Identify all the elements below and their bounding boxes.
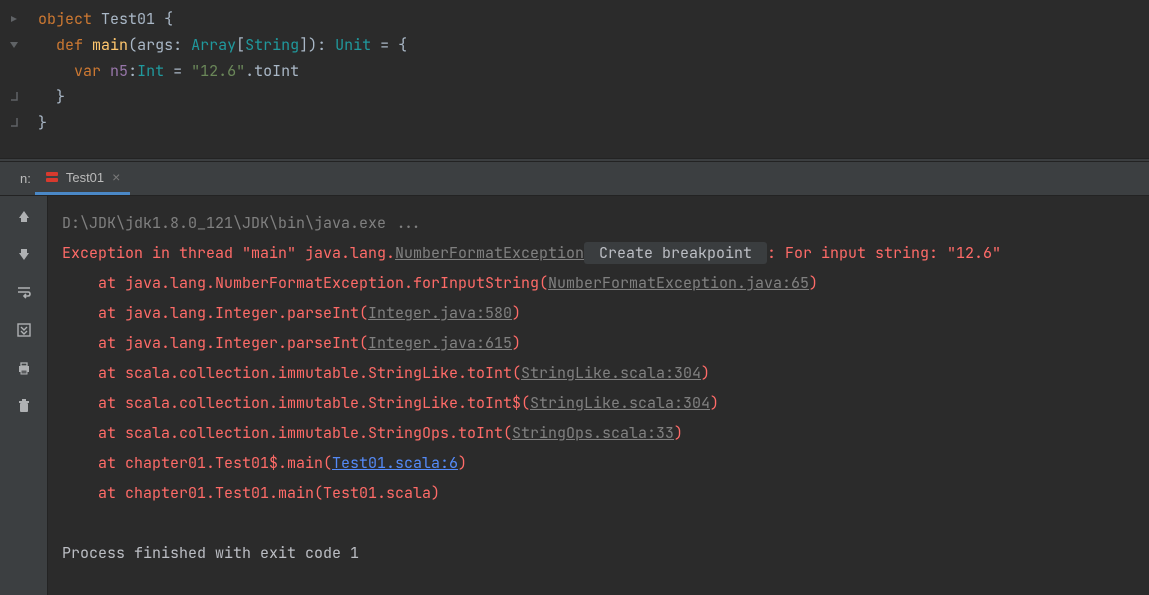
stack-frame-prefix: at java.lang.Integer.parseInt(	[62, 303, 368, 323]
stack-frame-prefix: at scala.collection.immutable.StringLike…	[62, 363, 521, 383]
command-line: D:\JDK\jdk1.8.0_121\JDK\bin\java.exe ...	[62, 213, 422, 233]
stack-frame-source-link[interactable]: NumberFormatException.java:65	[548, 273, 809, 293]
panel-label: n:	[20, 171, 35, 186]
scala-file-icon	[45, 170, 59, 184]
stack-frame-suffix: )	[674, 423, 683, 443]
code-line-1[interactable]: object Test01 {	[28, 6, 173, 32]
code-line-5[interactable]: }	[28, 110, 47, 136]
fold-end-icon[interactable]	[0, 110, 28, 136]
code-line-3[interactable]: var n5:Int = "12.6".toInt	[28, 58, 299, 84]
stack-frame-suffix: )	[458, 453, 467, 473]
exception-text: Exception in thread "main" java.lang.	[62, 243, 395, 263]
trash-icon[interactable]	[12, 394, 36, 418]
stack-frame-suffix: )	[512, 333, 521, 353]
stack-frame-source-link[interactable]: StringLike.scala:304	[530, 393, 710, 413]
stack-frame-source-link[interactable]: Integer.java:580	[368, 303, 512, 323]
stack-frame-source-link[interactable]: StringLike.scala:304	[521, 363, 701, 383]
close-icon[interactable]: ×	[112, 169, 120, 185]
down-arrow-icon[interactable]	[12, 242, 36, 266]
stack-frame-prefix: at java.lang.NumberFormatException.forIn…	[62, 273, 548, 293]
stack-frame: at chapter01.Test01.main(Test01.scala)	[62, 483, 440, 503]
code-line-2[interactable]: def main(args: Array[String]): Unit = {	[28, 32, 407, 58]
tab-test01[interactable]: Test01 ×	[35, 162, 131, 195]
run-tool-window: n: Test01 × D:\JDK\jdk1.8.0_121\JDK\bin\…	[0, 162, 1149, 595]
stack-frame-prefix: at chapter01.Test01$.main(	[62, 453, 332, 473]
stack-frame-suffix: )	[710, 393, 719, 413]
console-toolbar	[0, 196, 48, 595]
tab-label: Test01	[66, 170, 104, 185]
stack-frame-prefix: at scala.collection.immutable.StringLike…	[62, 393, 530, 413]
soft-wrap-icon[interactable]	[12, 280, 36, 304]
stack-frame-prefix: at java.lang.Integer.parseInt(	[62, 333, 368, 353]
up-arrow-icon[interactable]	[12, 204, 36, 228]
print-icon[interactable]	[12, 356, 36, 380]
console-tabs: n: Test01 ×	[0, 162, 1149, 196]
fold-gutter-icon[interactable]	[0, 32, 28, 58]
exception-class-link[interactable]: NumberFormatException	[395, 243, 584, 263]
stack-frame-suffix: )	[512, 303, 521, 323]
fold-end-icon[interactable]	[0, 84, 28, 110]
scroll-to-end-icon[interactable]	[12, 318, 36, 342]
stack-frame-source-link[interactable]: StringOps.scala:33	[512, 423, 674, 443]
exception-message: : For input string: "12.6"	[767, 243, 1001, 263]
stack-frame-suffix: )	[809, 273, 818, 293]
stack-frame-prefix: at scala.collection.immutable.StringOps.…	[62, 423, 512, 443]
process-exit-message: Process finished with exit code 1	[62, 543, 359, 563]
fold-gutter-icon[interactable]	[0, 6, 28, 32]
code-editor[interactable]: object Test01 { def main(args: Array[Str…	[0, 0, 1149, 158]
gutter	[0, 58, 28, 84]
stack-frame-source-link[interactable]: Integer.java:615	[368, 333, 512, 353]
stack-frame-source-link[interactable]: Test01.scala:6	[332, 453, 458, 473]
create-breakpoint-button[interactable]: Create breakpoint	[584, 242, 767, 264]
stack-frame-suffix: )	[701, 363, 710, 383]
console-output[interactable]: D:\JDK\jdk1.8.0_121\JDK\bin\java.exe ...…	[48, 196, 1149, 595]
code-line-4[interactable]: }	[28, 84, 65, 110]
